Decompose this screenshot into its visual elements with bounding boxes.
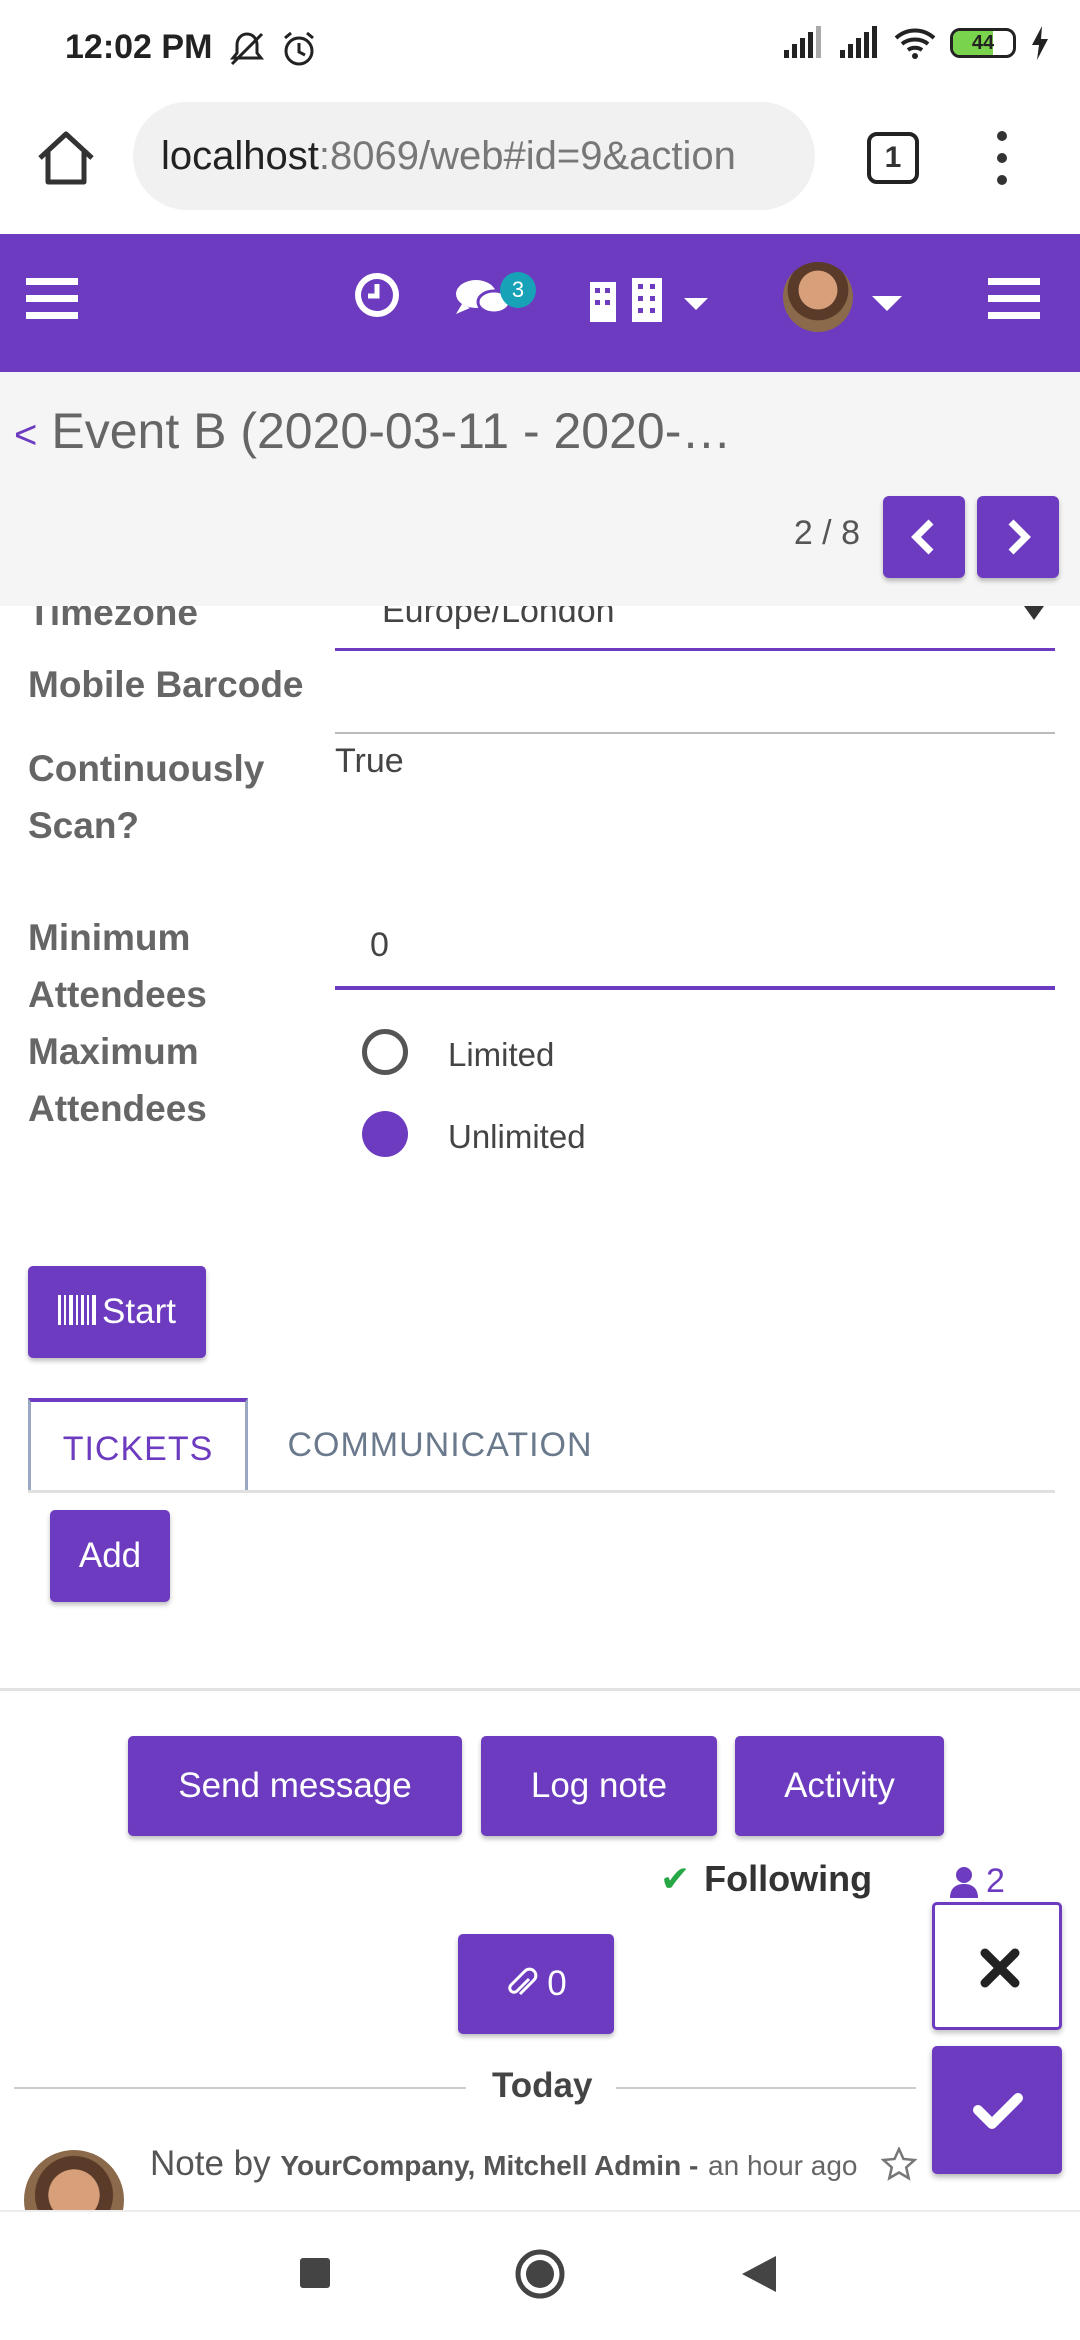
status-time: 12:02 PM: [65, 28, 213, 66]
tab-communication[interactable]: COMMUNICATION: [270, 1398, 610, 1492]
signal-icon-2: [840, 26, 877, 58]
chevron-left-icon: [911, 519, 934, 555]
followers-button[interactable]: 2: [950, 1862, 1005, 1901]
timezone-underline: [335, 648, 1055, 651]
check-icon: ✔: [660, 1858, 691, 1899]
apps-menu-icon[interactable]: [26, 278, 78, 320]
hamburger-menu-icon[interactable]: [988, 278, 1040, 320]
breadcrumb[interactable]: < Event B (2020-03-11 - 2020-…: [14, 402, 731, 460]
today-separator: Today: [492, 2066, 593, 2105]
chevron-right-icon: [1008, 519, 1031, 555]
today-line-right: [616, 2087, 916, 2089]
messages-badge: 3: [500, 272, 536, 308]
form-view: Timezone Europe/London Mobile Barcode Co…: [0, 606, 1080, 1690]
radio-limited-label[interactable]: Limited: [448, 1036, 554, 1074]
timezone-select[interactable]: Europe/London: [382, 606, 615, 631]
android-nav-bar: [0, 2210, 1080, 2340]
min-attendees-input[interactable]: 0: [370, 926, 389, 965]
recents-icon[interactable]: [298, 2256, 332, 2290]
home-nav-icon[interactable]: [514, 2248, 566, 2300]
add-ticket-button[interactable]: Add: [50, 1510, 170, 1602]
activity-clock-icon[interactable]: [352, 270, 402, 320]
url-host: localhost: [161, 134, 319, 178]
wifi-icon: [894, 28, 936, 59]
chevron-left-icon[interactable]: <: [14, 413, 37, 457]
min-attendees-label-line1: Minimum: [28, 917, 191, 958]
radio-unlimited-label[interactable]: Unlimited: [448, 1118, 586, 1156]
continuous-scan-label-line2: Scan?: [28, 805, 140, 846]
close-icon: [980, 1948, 1020, 1988]
pager-value[interactable]: 2 / 8: [794, 514, 860, 553]
min-attendees-underline: [335, 986, 1055, 990]
select-caret-icon[interactable]: [1024, 606, 1044, 620]
app-navbar: 3: [0, 234, 1080, 372]
mobile-barcode-field[interactable]: [335, 732, 1055, 734]
continuous-scan-value[interactable]: True: [335, 742, 404, 781]
max-attendees-label-line2: Attendees: [28, 1088, 207, 1129]
paperclip-icon: [508, 1967, 538, 1996]
today-line-left: [14, 2087, 466, 2089]
log-note-button[interactable]: Log note: [481, 1736, 717, 1836]
barcode-icon: [58, 1295, 97, 1325]
company-switcher-icon[interactable]: [590, 278, 710, 324]
home-icon[interactable]: [30, 124, 102, 196]
user-icon: [950, 1866, 978, 1898]
breadcrumb-current: Event B (2020-03-11 - 2020-…: [51, 403, 732, 459]
followers-count: 2: [986, 1862, 1005, 1900]
alarm-icon: [284, 31, 314, 66]
url-bar[interactable]: localhost:8069/web#id=9&action: [133, 102, 815, 210]
tab-switcher-button[interactable]: 1: [867, 132, 919, 184]
note-prefix: Note by: [150, 2144, 271, 2183]
note-time: an hour ago: [708, 2150, 858, 2181]
chevron-down-icon[interactable]: [872, 296, 902, 312]
note-author[interactable]: YourCompany, Mitchell Admin -: [280, 2150, 698, 2181]
tab-tickets[interactable]: TICKETS: [28, 1398, 248, 1492]
pager-next-button[interactable]: [977, 496, 1059, 578]
star-icon[interactable]: [880, 2145, 918, 2181]
mute-icon: [229, 32, 265, 66]
mobile-barcode-label: Mobile Barcode: [28, 664, 304, 705]
browser-toolbar: localhost:8069/web#id=9&action 1: [0, 96, 1080, 234]
radio-limited[interactable]: [362, 1029, 408, 1075]
status-bar: 12:02 PM 44: [0, 0, 1080, 96]
continuous-scan-label-line1: Continuously: [28, 748, 265, 789]
start-button-label: Start: [102, 1292, 176, 1331]
charging-icon: [1032, 26, 1048, 60]
checkmark-icon: [973, 2093, 1023, 2129]
signal-icon: [784, 26, 821, 58]
attachments-button[interactable]: 0: [458, 1934, 614, 2034]
following-label: Following: [704, 1858, 873, 1899]
message-header: Note by YourCompany, Mitchell Admin - an…: [150, 2144, 918, 2184]
following-button[interactable]: ✔ Following: [660, 1858, 872, 1900]
pager-previous-button[interactable]: [883, 496, 965, 578]
attachments-count: 0: [547, 1964, 567, 2003]
min-attendees-label-line2: Attendees: [28, 974, 207, 1015]
send-message-button[interactable]: Send message: [128, 1736, 462, 1836]
chatter-divider: [0, 1688, 1080, 1691]
activity-button[interactable]: Activity: [735, 1736, 944, 1836]
timezone-label: Timezone: [28, 606, 198, 633]
tabs-divider: [28, 1490, 1055, 1493]
max-attendees-label-line1: Maximum: [28, 1031, 199, 1072]
discard-button[interactable]: [932, 1902, 1062, 2030]
user-avatar[interactable]: [783, 262, 853, 332]
back-nav-icon[interactable]: [740, 2254, 778, 2294]
more-vert-icon[interactable]: [990, 128, 1014, 188]
control-panel: < Event B (2020-03-11 - 2020-… 2 / 8: [0, 372, 1080, 606]
battery-icon: 44: [950, 28, 1016, 58]
save-button[interactable]: [932, 2046, 1062, 2174]
url-path: :8069/web#id=9&action: [318, 134, 736, 178]
radio-unlimited[interactable]: [362, 1111, 408, 1157]
start-scan-button[interactable]: Start: [28, 1266, 206, 1358]
